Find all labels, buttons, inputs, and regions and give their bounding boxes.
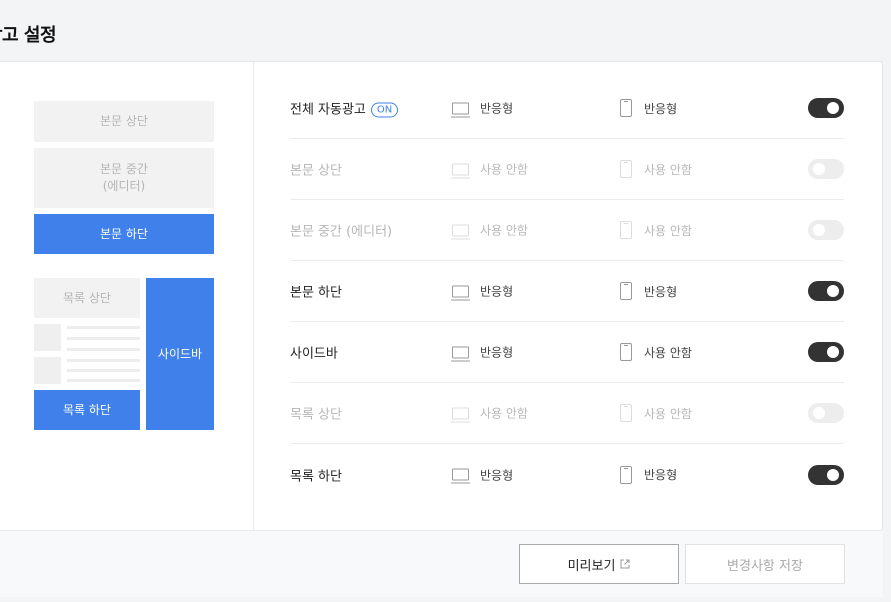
desktop-icon xyxy=(451,285,470,300)
desktop-icon xyxy=(451,163,470,178)
preview-body-middle: 본문 중간 (에디터) xyxy=(34,148,214,208)
pc-setting-value: 사용 안함 xyxy=(480,406,528,421)
row-label: 목록 하단 xyxy=(290,469,342,484)
toggle-knob xyxy=(827,346,839,358)
mobile-setting-value: 반응형 xyxy=(644,284,678,299)
ad-placement-preview: 본문 상단 본문 중간 (에디터) 본문 하단 목록 상단 목록 하단 사이드바 xyxy=(0,62,254,530)
preview-list-bottom: 목록 하단 xyxy=(34,390,140,430)
toggle-knob xyxy=(827,285,839,297)
pc-setting[interactable]: 반응형 xyxy=(451,344,514,361)
pc-setting[interactable]: 사용 안함 xyxy=(451,161,528,178)
pc-setting[interactable]: 사용 안함 xyxy=(451,222,528,239)
mobile-setting[interactable]: 사용 안함 xyxy=(620,343,692,361)
mobile-setting[interactable]: 사용 안함 xyxy=(620,160,692,178)
preview-list-line xyxy=(67,337,140,340)
mobile-icon xyxy=(620,404,632,422)
desktop-icon xyxy=(451,346,470,361)
toggle-knob xyxy=(827,468,839,481)
desktop-icon xyxy=(451,468,470,484)
preview-body-bottom: 본문 하단 xyxy=(34,214,214,254)
mobile-setting[interactable]: 반응형 xyxy=(620,282,677,300)
ad-settings-list: 전체 자동광고 ON 반응형 반응형 본문 상단 사용 안함 사용 안함 본문 중… xyxy=(254,62,883,530)
preview-button-label: 미리보기 xyxy=(567,558,616,574)
setting-row-list-bottom: 목록 하단 반응형 반응형 xyxy=(290,444,844,505)
toggle-knob xyxy=(813,163,825,175)
ad-settings-panel: 본문 상단 본문 중간 (에디터) 본문 하단 목록 상단 목록 하단 사이드바… xyxy=(0,61,883,597)
toggle-switch[interactable] xyxy=(808,281,844,301)
pc-setting-value: 사용 안함 xyxy=(480,162,528,177)
preview-list-thumbnail xyxy=(34,357,61,384)
setting-row-sidebar: 사이드바 반응형 사용 안함 xyxy=(290,322,844,383)
toggle-switch[interactable] xyxy=(808,220,844,240)
page-title: 광고 설정 xyxy=(0,25,57,46)
setting-row-list-top: 목록 상단 사용 안함 사용 안함 xyxy=(290,383,844,444)
action-footer: 미리보기 변경사항 저장 xyxy=(0,530,883,597)
setting-row-body-bottom: 본문 하단 반응형 반응형 xyxy=(290,261,844,322)
preview-button[interactable]: 미리보기 xyxy=(519,544,679,584)
mobile-setting[interactable]: 반응형 xyxy=(620,99,677,117)
row-label: 목록 상단 xyxy=(290,407,342,423)
mobile-setting-value: 사용 안함 xyxy=(644,345,692,360)
preview-list-thumbnail xyxy=(34,324,61,351)
pc-setting-value: 반응형 xyxy=(480,101,514,116)
preview-body-top: 본문 상단 xyxy=(34,101,214,142)
toggle-knob xyxy=(813,224,825,236)
preview-list-line xyxy=(67,359,140,362)
preview-list-line xyxy=(67,369,140,372)
pc-setting[interactable]: 사용 안함 xyxy=(451,405,528,422)
toggle-switch[interactable] xyxy=(808,98,844,118)
pc-setting[interactable]: 반응형 xyxy=(451,100,514,117)
preview-sidebar: 사이드바 xyxy=(146,278,214,430)
mobile-setting-value: 반응형 xyxy=(644,101,678,116)
pc-setting-value: 반응형 xyxy=(480,284,514,299)
mobile-setting[interactable]: 사용 안함 xyxy=(620,221,692,239)
pc-setting-value: 반응형 xyxy=(480,468,514,482)
pc-setting[interactable]: 반응형 xyxy=(451,283,514,300)
pc-setting[interactable]: 반응형 xyxy=(451,466,514,484)
row-label-text: 전체 자동광고 xyxy=(290,102,366,118)
mobile-setting[interactable]: 반응형 xyxy=(620,465,678,484)
row-label: 본문 상단 xyxy=(290,163,342,179)
toggle-knob xyxy=(813,407,825,419)
desktop-icon xyxy=(451,224,470,239)
row-label: 사이드바 xyxy=(290,346,338,362)
pc-setting-value: 사용 안함 xyxy=(480,223,528,238)
desktop-icon xyxy=(451,102,470,117)
external-link-icon xyxy=(620,559,630,569)
desktop-icon xyxy=(451,407,470,422)
row-label: 전체 자동광고 ON xyxy=(290,99,399,118)
toggle-switch[interactable] xyxy=(808,342,844,362)
mobile-icon xyxy=(620,282,632,300)
row-label: 본문 중간 (에디터) xyxy=(290,224,393,240)
preview-list-line xyxy=(67,326,140,329)
preview-list-line xyxy=(67,379,140,382)
preview-list-top: 목록 상단 xyxy=(34,278,140,318)
toggle-knob xyxy=(827,102,839,114)
mobile-icon xyxy=(620,160,632,178)
status-badge: ON xyxy=(370,102,399,118)
mobile-setting-value: 반응형 xyxy=(644,468,678,482)
preview-list-line xyxy=(67,348,140,351)
mobile-setting-value: 사용 안함 xyxy=(644,406,692,421)
mobile-setting-value: 사용 안함 xyxy=(644,162,692,177)
toggle-switch[interactable] xyxy=(808,159,844,179)
mobile-icon xyxy=(620,99,632,117)
toggle-switch[interactable] xyxy=(808,403,844,423)
row-label: 본문 하단 xyxy=(290,285,342,301)
mobile-icon xyxy=(620,465,632,484)
mobile-icon xyxy=(620,221,632,239)
setting-row-auto-ads: 전체 자동광고 ON 반응형 반응형 xyxy=(290,78,844,139)
setting-row-body-middle: 본문 중간 (에디터) 사용 안함 사용 안함 xyxy=(290,200,844,261)
toggle-switch[interactable] xyxy=(808,464,844,485)
setting-row-body-top: 본문 상단 사용 안함 사용 안함 xyxy=(290,139,844,200)
mobile-setting[interactable]: 사용 안함 xyxy=(620,404,692,422)
save-changes-button[interactable]: 변경사항 저장 xyxy=(685,544,845,584)
pc-setting-value: 반응형 xyxy=(480,345,514,360)
mobile-icon xyxy=(620,343,632,361)
mobile-setting-value: 사용 안함 xyxy=(644,223,692,238)
